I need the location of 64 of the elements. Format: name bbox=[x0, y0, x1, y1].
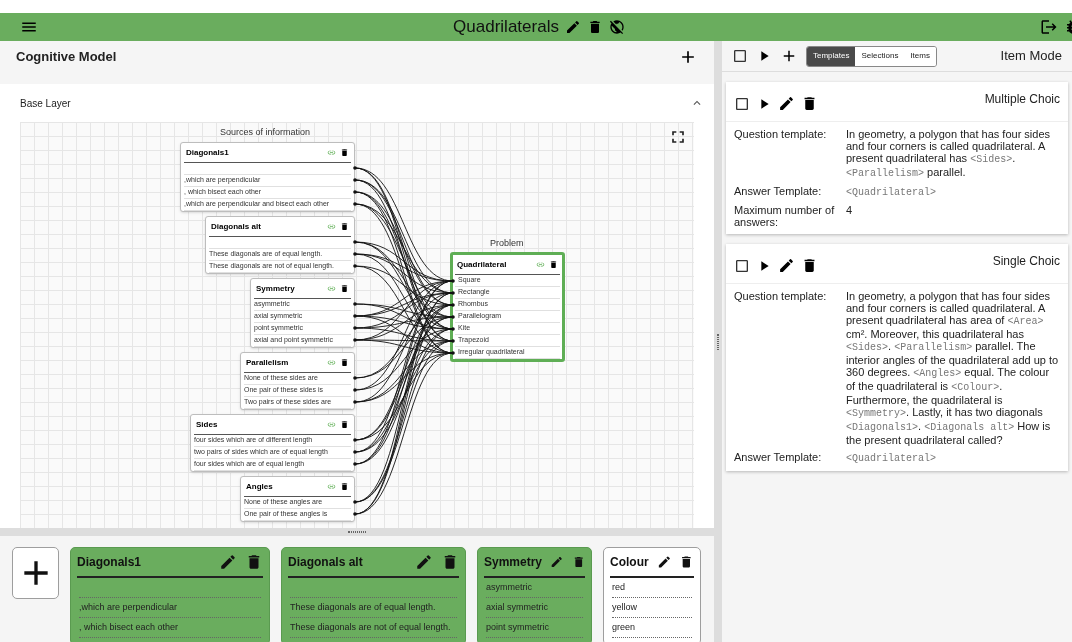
attribute-option: asymmetric bbox=[486, 578, 583, 598]
field-value: <Quadrilateral> bbox=[846, 452, 937, 465]
edit-icon[interactable] bbox=[778, 257, 795, 274]
attribute-card[interactable]: Diagonals1 ,which are perpendicular , which bisect each other bbox=[70, 547, 270, 642]
node-title: Sides bbox=[196, 418, 219, 431]
edit-icon[interactable] bbox=[415, 553, 433, 571]
card-title: Diagonals alt bbox=[288, 554, 364, 571]
edit-icon[interactable] bbox=[564, 19, 581, 35]
add-attribute-button[interactable] bbox=[12, 547, 59, 599]
panel-title: Item Mode bbox=[999, 47, 1062, 66]
node-title: Diagonals1 bbox=[186, 146, 230, 159]
edit-icon[interactable] bbox=[778, 95, 795, 112]
checkbox[interactable] bbox=[732, 48, 748, 64]
mode-tab[interactable]: Items bbox=[904, 46, 936, 66]
field-value: In geometry, a polygon that has four sides and four corners is called quadrilateral. A present quadrilateral has area of <Area> cm². Moreover, this quadrilateral has <Sides>. <Parallelism> parallel. The interior angles of the quadrilateral add up to 360 degrees. <Angles> equal. The colour of the quadrilateral is <Colour>. Furthermore, the quadrilateral is <Symmetry>. Lastly, it has two diagonals <Diagonals1>. <Diagonals alt> How is the present quadrilateral called? bbox=[846, 290, 1060, 446]
node-title: Diagonals alt bbox=[211, 220, 262, 233]
sources-label: Sources of information bbox=[220, 126, 311, 139]
attribute-card[interactable]: Diagonals alt These diagonals are of equal length. These diagonals are not of equal length. bbox=[281, 547, 466, 642]
problem-label: Problem bbox=[490, 237, 524, 250]
attribute-option: , which bisect each other bbox=[79, 618, 261, 638]
project-title: Quadrilaterals bbox=[453, 16, 559, 39]
checkbox[interactable] bbox=[734, 257, 750, 274]
attribute-option: yellow bbox=[612, 598, 692, 618]
delete-icon[interactable] bbox=[340, 420, 349, 429]
template-type: Multiple Choic bbox=[984, 91, 1060, 108]
attribute-option: point symmetric bbox=[486, 618, 583, 638]
panel-title: Cognitive Model bbox=[16, 47, 118, 66]
card-title: Colour bbox=[610, 554, 649, 571]
template-type: Single Choic bbox=[992, 253, 1060, 270]
card-title: Diagonals1 bbox=[77, 554, 143, 571]
node-title: Angles bbox=[246, 480, 274, 493]
checkbox[interactable] bbox=[734, 95, 750, 112]
delete-icon[interactable] bbox=[340, 148, 349, 157]
delete-icon[interactable] bbox=[340, 358, 349, 367]
mode-tab[interactable]: Selections bbox=[855, 46, 905, 66]
delete-icon[interactable] bbox=[549, 260, 558, 269]
attribute-option: green bbox=[612, 618, 692, 638]
attribute-option: These diagonals are of equal length. bbox=[290, 598, 457, 618]
delete-icon[interactable] bbox=[340, 284, 349, 293]
field-label: Maximum number of answers: bbox=[734, 204, 836, 228]
crossed-globe-icon[interactable] bbox=[608, 19, 625, 35]
field-label: Answer Template: bbox=[734, 451, 823, 465]
field-value: In geometry, a polygon that has four sides and four corners is called quadrilateral. A present quadrilateral has <Sides>. <Parallelism> parallel. bbox=[846, 128, 1052, 180]
mode-tab[interactable]: Templates bbox=[807, 46, 856, 66]
delete-icon[interactable] bbox=[340, 482, 349, 491]
attribute-card[interactable]: Symmetry asymmetric axial symmetric point symmetric bbox=[477, 547, 592, 642]
card-title: Symmetry bbox=[484, 554, 543, 571]
edit-icon[interactable] bbox=[219, 553, 237, 571]
attribute-card[interactable]: Colour red yellow green bbox=[603, 547, 701, 642]
logout-icon[interactable] bbox=[1040, 18, 1058, 36]
node-title: Quadrilateral bbox=[457, 258, 508, 271]
delete-icon[interactable] bbox=[340, 222, 349, 231]
field-label: Question template: bbox=[734, 290, 828, 304]
attribute-option: These diagonals are not of equal length. bbox=[290, 618, 457, 638]
attribute-option: red bbox=[612, 578, 692, 598]
field-value: 4 bbox=[846, 204, 854, 218]
attribute-option: ,which are perpendicular bbox=[79, 598, 261, 618]
node-title: Symmetry bbox=[256, 282, 296, 295]
node-title: Parallelism bbox=[246, 356, 290, 369]
field-label: Answer Template: bbox=[734, 185, 823, 199]
attribute-option: axial symmetric bbox=[486, 598, 583, 618]
layer-title[interactable]: Base Layer bbox=[20, 95, 690, 111]
field-label: Question template: bbox=[734, 128, 828, 142]
field-value: <Quadrilateral> bbox=[846, 186, 937, 199]
